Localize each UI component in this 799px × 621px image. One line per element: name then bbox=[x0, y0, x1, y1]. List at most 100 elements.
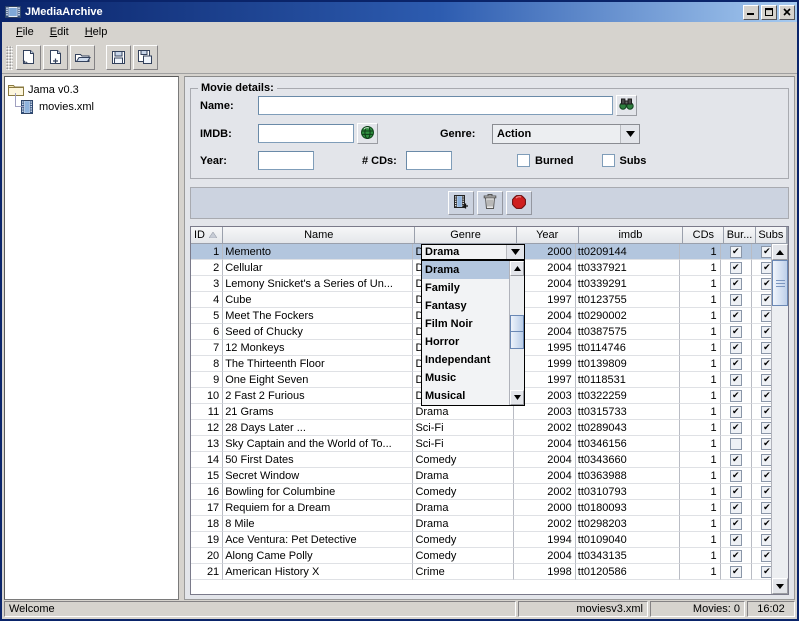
year-input[interactable] bbox=[258, 151, 314, 170]
burned-cell-checkbox[interactable]: ✔ bbox=[729, 485, 742, 498]
genre-option[interactable]: Family bbox=[422, 279, 509, 297]
close-button[interactable] bbox=[779, 4, 795, 20]
genre-cell-editor[interactable]: Drama bbox=[421, 244, 525, 260]
tree-node-root[interactable]: Jama v0.3 bbox=[8, 81, 175, 98]
cell-id[interactable]: 19 bbox=[191, 532, 224, 548]
cell-id[interactable]: 8 bbox=[191, 356, 224, 372]
cell-id[interactable]: 18 bbox=[191, 516, 224, 532]
cell-burned[interactable]: ✔ bbox=[720, 420, 752, 436]
cell-cds[interactable]: 1 bbox=[679, 244, 721, 260]
cell-name[interactable]: 28 Days Later ... bbox=[223, 420, 414, 436]
burned-cell-checkbox[interactable]: ✔ bbox=[729, 325, 742, 338]
maximize-button[interactable] bbox=[761, 4, 777, 20]
save-button[interactable] bbox=[106, 45, 131, 70]
cell-name[interactable]: Sky Captain and the World of To... bbox=[223, 436, 414, 452]
genre-option[interactable]: Fantasy bbox=[422, 297, 509, 315]
cell-year[interactable]: 2004 bbox=[514, 452, 576, 468]
cell-name[interactable]: Cube bbox=[223, 292, 414, 308]
cell-name[interactable]: Seed of Chucky bbox=[223, 324, 414, 340]
menu-file[interactable]: File bbox=[8, 24, 42, 40]
column-header-cds[interactable]: CDs bbox=[683, 227, 725, 244]
genre-option[interactable]: Film Noir bbox=[422, 315, 509, 333]
table-row[interactable]: 20 Along Came Polly Comedy 2004 tt0343135 1 ✔ ✔ bbox=[191, 548, 788, 564]
cell-cds[interactable]: 1 bbox=[679, 356, 721, 372]
table-scroll-up-button[interactable] bbox=[772, 244, 788, 260]
cell-name[interactable]: One Eight Seven bbox=[223, 372, 414, 388]
burned-cell-checkbox[interactable]: ✔ bbox=[729, 405, 742, 418]
cell-year[interactable]: 1998 bbox=[514, 564, 576, 580]
name-search-button[interactable] bbox=[616, 95, 637, 116]
cell-burned[interactable]: ✔ bbox=[720, 468, 752, 484]
genre-dropdown-scrollbar[interactable] bbox=[509, 261, 524, 405]
cell-id[interactable]: 7 bbox=[191, 340, 224, 356]
cell-imdb[interactable]: tt0343660 bbox=[575, 452, 680, 468]
cell-id[interactable]: 1 bbox=[191, 244, 224, 260]
table-row[interactable]: 16 Bowling for Columbine Comedy 2002 tt03107… bbox=[191, 484, 788, 500]
cell-genre[interactable]: Drama bbox=[413, 404, 515, 420]
cell-imdb[interactable]: tt0290002 bbox=[575, 308, 680, 324]
cell-id[interactable]: 4 bbox=[191, 292, 224, 308]
cell-burned[interactable]: ✔ bbox=[720, 260, 752, 276]
cell-imdb[interactable]: tt0109040 bbox=[575, 532, 680, 548]
cell-burned[interactable]: ✔ bbox=[720, 564, 752, 580]
cell-cds[interactable]: 1 bbox=[679, 468, 721, 484]
cell-name[interactable]: Bowling for Columbine bbox=[223, 484, 414, 500]
cell-id[interactable]: 10 bbox=[191, 388, 224, 404]
cell-id[interactable]: 5 bbox=[191, 308, 224, 324]
cell-id[interactable]: 12 bbox=[191, 420, 224, 436]
cell-id[interactable]: 6 bbox=[191, 324, 224, 340]
cell-name[interactable]: 21 Grams bbox=[223, 404, 414, 420]
table-row[interactable]: 11 21 Grams Drama 2003 tt0315733 1 ✔ ✔ bbox=[191, 404, 788, 420]
cell-name[interactable]: 50 First Dates bbox=[223, 452, 414, 468]
cell-id[interactable]: 21 bbox=[191, 564, 224, 580]
burned-cell-checkbox[interactable]: ✔ bbox=[729, 533, 742, 546]
menu-help[interactable]: Help bbox=[77, 24, 116, 40]
cell-genre[interactable]: Comedy bbox=[413, 548, 515, 564]
cell-id[interactable]: 16 bbox=[191, 484, 224, 500]
cell-genre[interactable]: Crime bbox=[413, 564, 515, 580]
cell-id[interactable]: 3 bbox=[191, 276, 224, 292]
cell-burned[interactable]: ✔ bbox=[720, 324, 752, 340]
cell-cds[interactable]: 1 bbox=[679, 340, 721, 356]
cell-cds[interactable]: 1 bbox=[679, 404, 721, 420]
subs-checkbox[interactable] bbox=[601, 154, 615, 167]
cell-imdb[interactable]: tt0363988 bbox=[575, 468, 680, 484]
cell-genre[interactable]: Comedy bbox=[413, 452, 515, 468]
stop-button[interactable] bbox=[505, 191, 532, 215]
cell-burned[interactable]: ✔ bbox=[720, 548, 752, 564]
column-header-year[interactable]: Year bbox=[516, 227, 579, 244]
burned-cell-checkbox[interactable]: ✔ bbox=[729, 261, 742, 274]
open-folder-button[interactable] bbox=[70, 45, 95, 70]
minimize-button[interactable] bbox=[743, 4, 759, 20]
cell-id[interactable]: 15 bbox=[191, 468, 224, 484]
cell-burned[interactable]: ✔ bbox=[720, 276, 752, 292]
table-row[interactable]: 19 Ace Ventura: Pet Detective Comedy 1994 tt… bbox=[191, 532, 788, 548]
cell-burned[interactable]: ✔ bbox=[720, 516, 752, 532]
cell-imdb[interactable]: tt0322259 bbox=[575, 388, 680, 404]
cell-burned[interactable]: ✔ bbox=[720, 372, 752, 388]
column-header-name[interactable]: Name bbox=[223, 227, 416, 244]
burned-cell-checkbox[interactable]: ✔ bbox=[729, 501, 742, 514]
cell-imdb[interactable]: tt0387575 bbox=[575, 324, 680, 340]
cell-name[interactable]: Requiem for a Dream bbox=[223, 500, 414, 516]
file-tree-pane[interactable]: Jama v0.3 movies.xml bbox=[4, 76, 179, 600]
cell-imdb[interactable]: tt0343135 bbox=[575, 548, 680, 564]
scroll-down-button[interactable] bbox=[510, 390, 524, 405]
cell-name[interactable]: American History X bbox=[223, 564, 414, 580]
cell-imdb[interactable]: tt0118531 bbox=[575, 372, 680, 388]
cell-genre[interactable]: Comedy bbox=[413, 484, 515, 500]
cell-cds[interactable]: 1 bbox=[679, 388, 721, 404]
cell-cds[interactable]: 1 bbox=[679, 372, 721, 388]
cell-burned[interactable]: ✔ bbox=[720, 404, 752, 420]
cell-name[interactable]: 12 Monkeys bbox=[223, 340, 414, 356]
cell-id[interactable]: 14 bbox=[191, 452, 224, 468]
burned-cell-checkbox[interactable]: ✔ bbox=[729, 453, 742, 466]
genre-option[interactable]: Horror bbox=[422, 333, 509, 351]
cell-id[interactable]: 17 bbox=[191, 500, 224, 516]
chevron-down-icon[interactable] bbox=[506, 245, 524, 259]
cell-imdb[interactable]: tt0120586 bbox=[575, 564, 680, 580]
cell-id[interactable]: 2 bbox=[191, 260, 224, 276]
cell-genre[interactable]: Sci-Fi bbox=[413, 420, 515, 436]
scroll-up-button[interactable] bbox=[510, 261, 524, 276]
cell-imdb[interactable]: tt0315733 bbox=[575, 404, 680, 420]
